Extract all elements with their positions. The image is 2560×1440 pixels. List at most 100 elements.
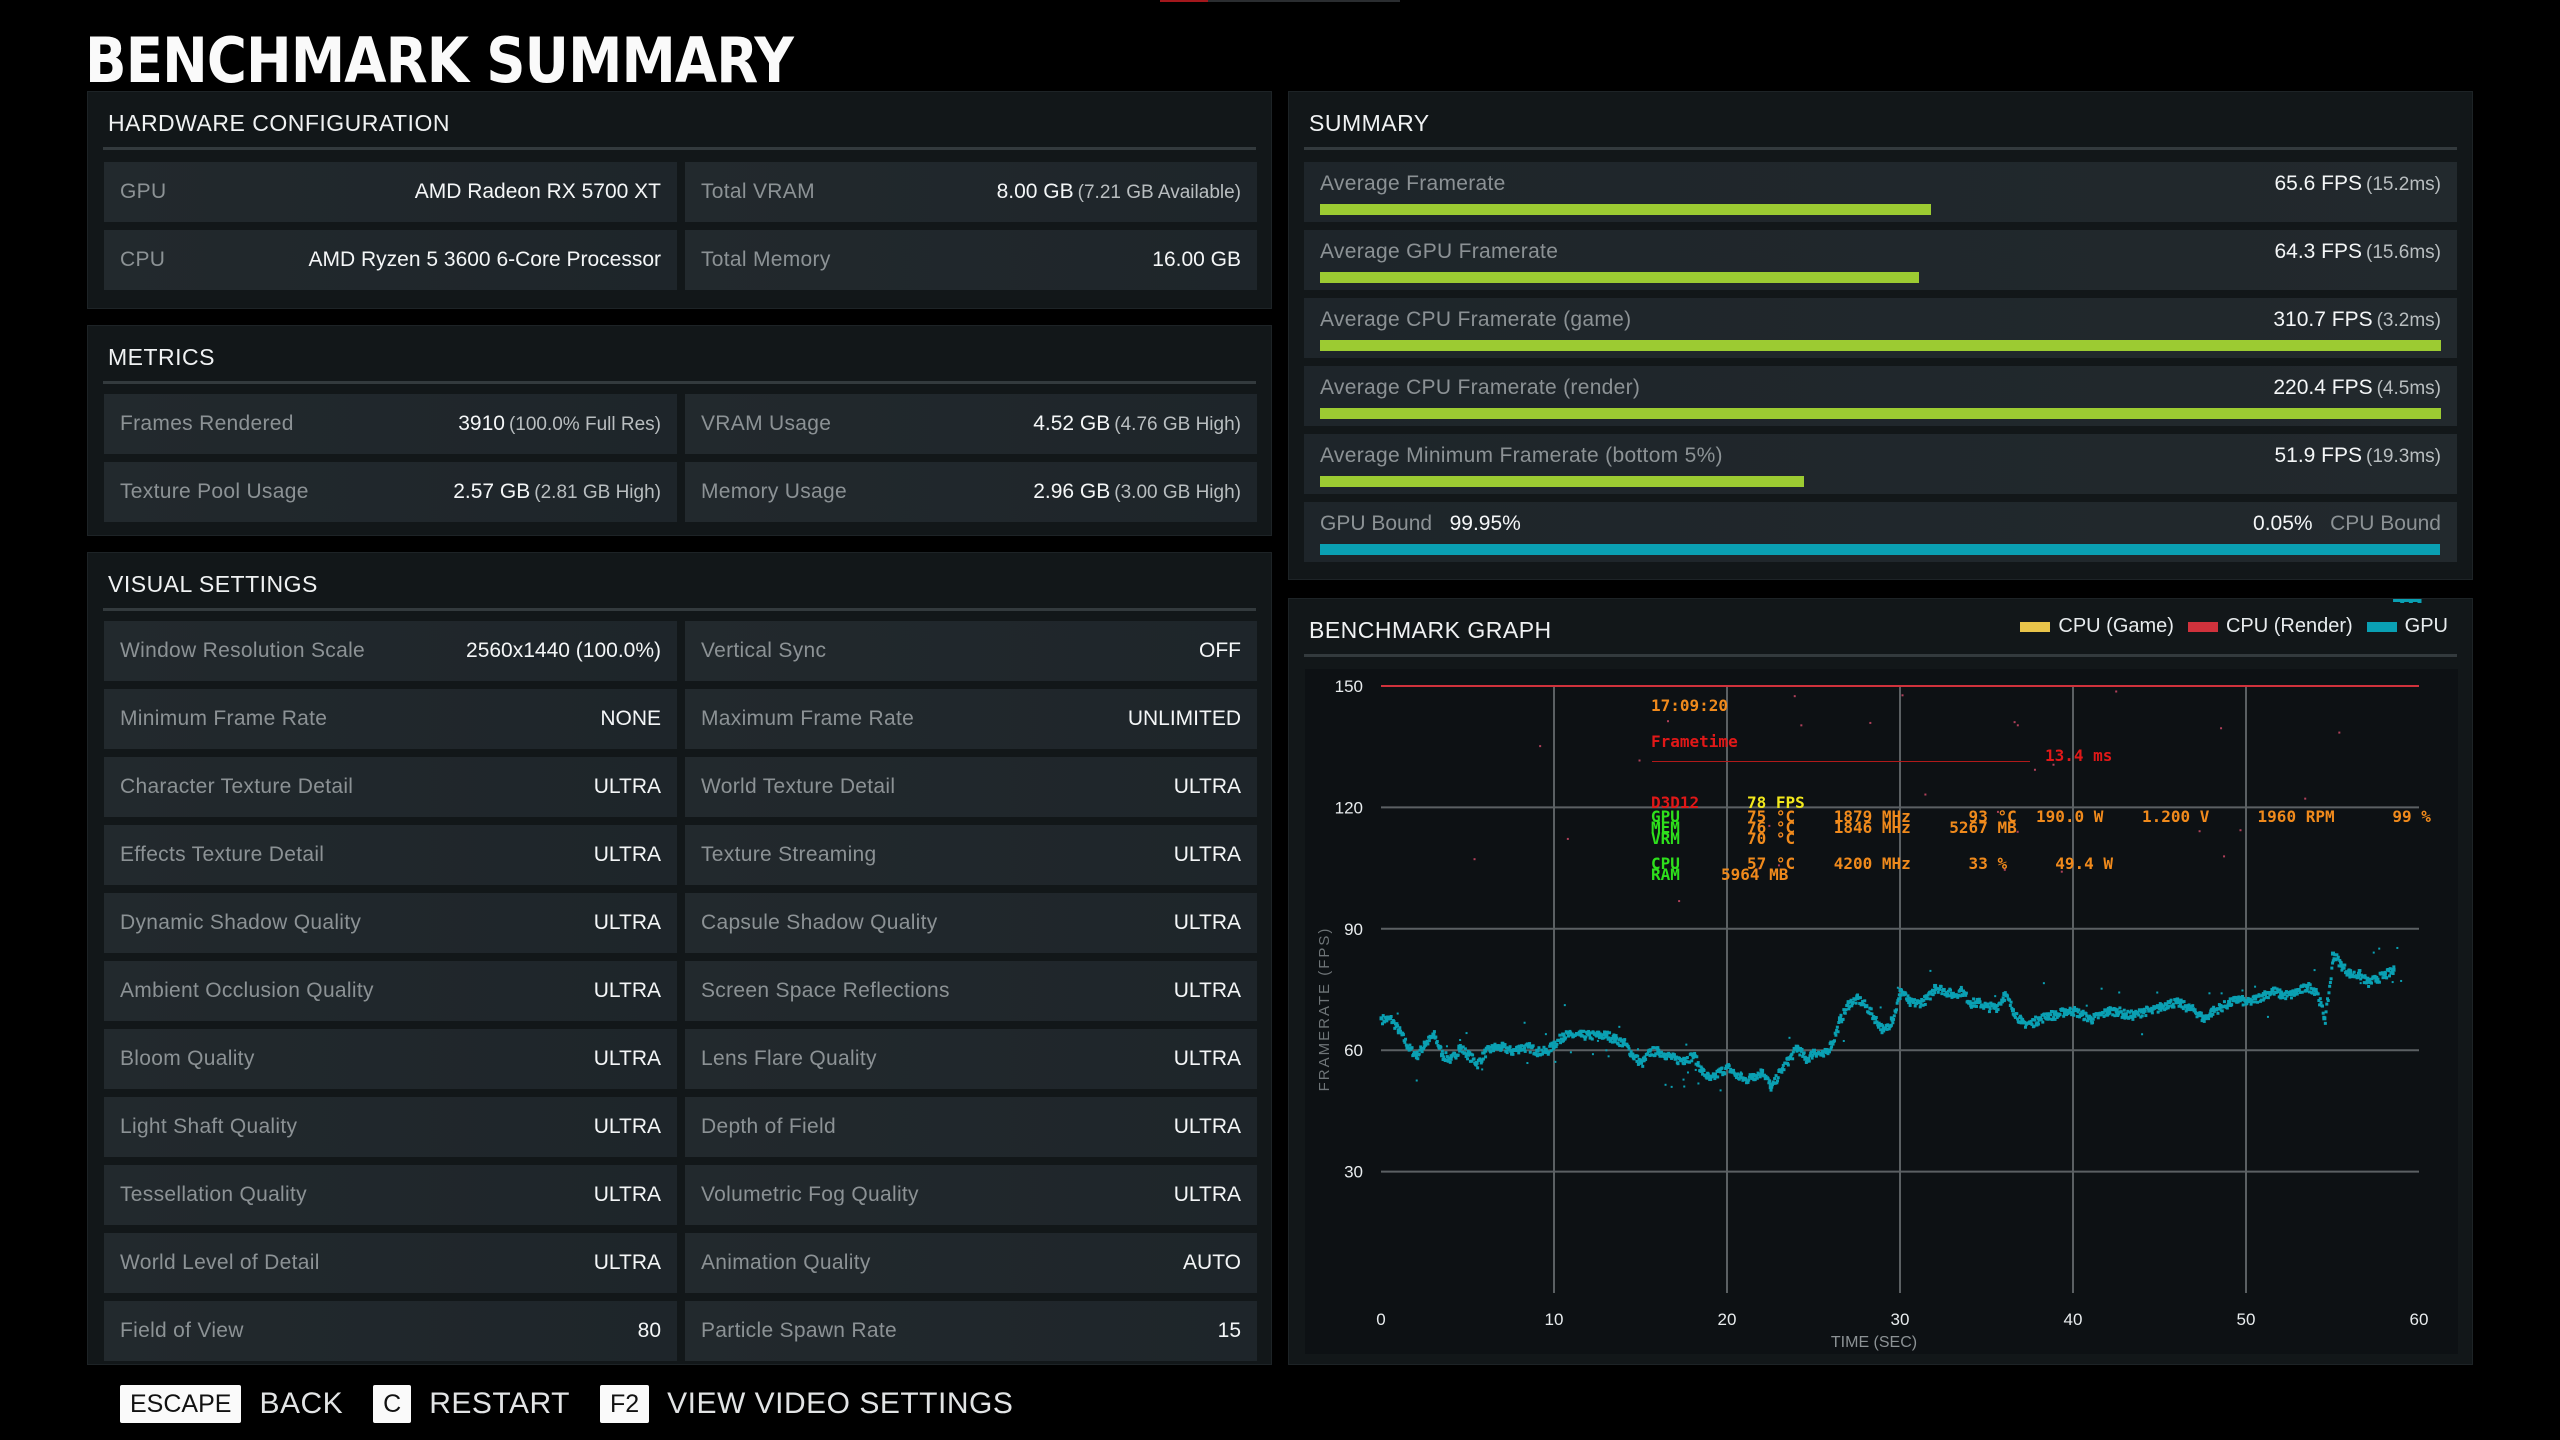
top-progress-fill	[1160, 0, 1208, 2]
osd-frametime-value: 13.4 ms	[2045, 746, 2113, 765]
cpu-render-outlier-dot	[1667, 720, 1670, 723]
gpu-outlier-dot	[1605, 1049, 1608, 1052]
gpu-data-point	[1699, 1068, 1704, 1073]
gpu-trace-dot	[2284, 997, 2288, 1001]
gpu-data-point	[1786, 1056, 1791, 1061]
gpu-trace-dot	[1410, 1046, 1414, 1050]
cpu-bound-value: 0.05%	[2253, 512, 2313, 535]
gpu-data-point	[1595, 1032, 1600, 1037]
setting-row: Effects Texture Detail ULTRA	[104, 825, 677, 885]
gpu-trace-dot	[1720, 1066, 1724, 1070]
gpu-trace-dot	[1923, 1002, 1927, 1006]
gpu-outlier-dot	[2108, 1006, 2111, 1009]
gpu-data-point	[2054, 1012, 2059, 1017]
gpu-trace-dot	[1836, 1030, 1840, 1034]
setting-row: Lens Flare Quality ULTRA	[685, 1029, 1257, 1089]
gpu-trace-dot	[1404, 1037, 1408, 1041]
gpu-trace-dot	[2211, 1012, 2215, 1016]
gpu-data-point	[2010, 1008, 2015, 1013]
setting-row: Ambient Occlusion Quality ULTRA	[104, 961, 677, 1021]
cpu-render-outlier-dot	[2223, 855, 2226, 858]
hardware-total-memory: Total Memory 16.00 GB	[685, 230, 1257, 290]
gpu-data-point	[2097, 1012, 2102, 1017]
key-c[interactable]: C	[373, 1385, 412, 1423]
key-f2[interactable]: F2	[599, 1385, 650, 1423]
gpu-trace-dot	[2349, 969, 2353, 973]
gpu-trace-dot	[2131, 1017, 2135, 1021]
gpu-trace-dot	[1936, 990, 1940, 994]
gpu-trace-dot	[1791, 1050, 1795, 1054]
gpu-trace-dot	[2015, 1012, 2019, 1016]
gpu-trace-dot	[2008, 1003, 2012, 1007]
gpu-trace-dot	[1426, 1042, 1430, 1046]
gpu-outlier-dot	[1929, 969, 1932, 972]
page-title: BENCHMARK SUMMARY	[85, 24, 794, 97]
gpu-data-point	[2028, 1020, 2033, 1025]
gpu-trace-dot	[2041, 1020, 2045, 1024]
gpu-data-point	[1578, 1032, 1583, 1037]
gpu-data-point	[2391, 967, 2396, 972]
gpu-trace-dot	[2182, 1000, 2186, 1004]
panel-title: SUMMARY	[1309, 110, 1430, 136]
gpu-trace-dot	[1456, 1053, 1460, 1057]
setting-label: Dynamic Shadow Quality	[120, 911, 362, 934]
setting-row: Texture Streaming ULTRA	[685, 825, 1257, 885]
gpu-trace-dot	[1949, 988, 1953, 992]
summary-label: Average Framerate	[1320, 172, 1506, 195]
cell-value: 2.57 GB (2.81 GB High)	[453, 480, 661, 503]
gpu-trace-dot	[1401, 1033, 1405, 1037]
gpu-data-point	[2400, 599, 2405, 603]
summary-value: 51.9 FPS (19.3ms)	[2274, 444, 2441, 467]
gpu-trace-dot	[1791, 1057, 1795, 1061]
osd-line-name: VRM	[1651, 829, 1680, 848]
gpu-trace-dot	[1786, 1063, 1790, 1067]
gpu-outlier-dot	[1694, 1068, 1697, 1071]
gpu-bound: GPU Bound 99.95%	[1320, 512, 1521, 536]
restart-button[interactable]: RESTART	[429, 1387, 570, 1421]
cpu-render-outlier-dot	[2239, 829, 2242, 832]
gpu-data-point	[2296, 988, 2301, 992]
setting-value: 80	[637, 1319, 661, 1342]
gpu-trace-dot	[1454, 1056, 1458, 1060]
gpu-data-point	[1760, 1068, 1765, 1073]
gpu-outlier-dot	[2372, 951, 2375, 954]
gpu-trace-dot	[2336, 955, 2340, 959]
gpu-data-point	[1630, 1052, 1635, 1057]
gpu-outlier-dot	[2238, 999, 2241, 1002]
gpu-outlier-dot	[1896, 986, 1899, 989]
gpu-data-point	[1950, 992, 1955, 997]
gpu-data-point	[2227, 1000, 2232, 1005]
key-escape[interactable]: ESCAPE	[120, 1385, 242, 1423]
osd-line-name: RAM	[1651, 865, 1680, 884]
gpu-trace-dot	[1676, 1062, 1680, 1066]
summary-label: Average GPU Framerate	[1320, 240, 1559, 263]
gpu-trace-dot	[2199, 1011, 2203, 1015]
gpu-outlier-dot	[1596, 1039, 1599, 1042]
view-video-settings-button[interactable]: VIEW VIDEO SETTINGS	[667, 1387, 1013, 1421]
gpu-trace-dot	[1807, 1059, 1811, 1063]
setting-value: ULTRA	[593, 911, 661, 934]
gpu-data-point	[1664, 1052, 1669, 1057]
gpu-data-point	[2209, 1008, 2214, 1013]
gpu-trace-dot	[2171, 1002, 2175, 1006]
gpu-trace-dot	[1696, 1061, 1700, 1065]
gpu-outlier-dot	[1465, 1032, 1468, 1035]
gpu-data-point	[2382, 971, 2387, 976]
back-button[interactable]: BACK	[259, 1387, 343, 1421]
gpu-outlier-dot	[1670, 1085, 1673, 1088]
gpu-trace-dot	[2388, 974, 2392, 978]
setting-value: AUTO	[1183, 1251, 1241, 1274]
setting-label: Volumetric Fog Quality	[701, 1183, 919, 1206]
gpu-data-point	[2339, 963, 2344, 968]
cpu-bound: 0.05% CPU Bound	[2253, 512, 2441, 536]
summary-label: Average CPU Framerate (game)	[1320, 308, 1632, 331]
gpu-trace-dot	[2328, 984, 2332, 988]
summary-bar	[1320, 408, 2441, 419]
gpu-data-point	[1673, 1056, 1678, 1061]
gpu-trace-dot	[1837, 1021, 1841, 1025]
gpu-trace-dot	[1918, 1005, 1922, 1009]
gpu-data-point	[1613, 1036, 1618, 1041]
gpu-trace-dot	[1654, 1052, 1658, 1056]
gpu-trace-dot	[1964, 991, 1968, 995]
setting-row: Tessellation Quality ULTRA	[104, 1165, 677, 1225]
